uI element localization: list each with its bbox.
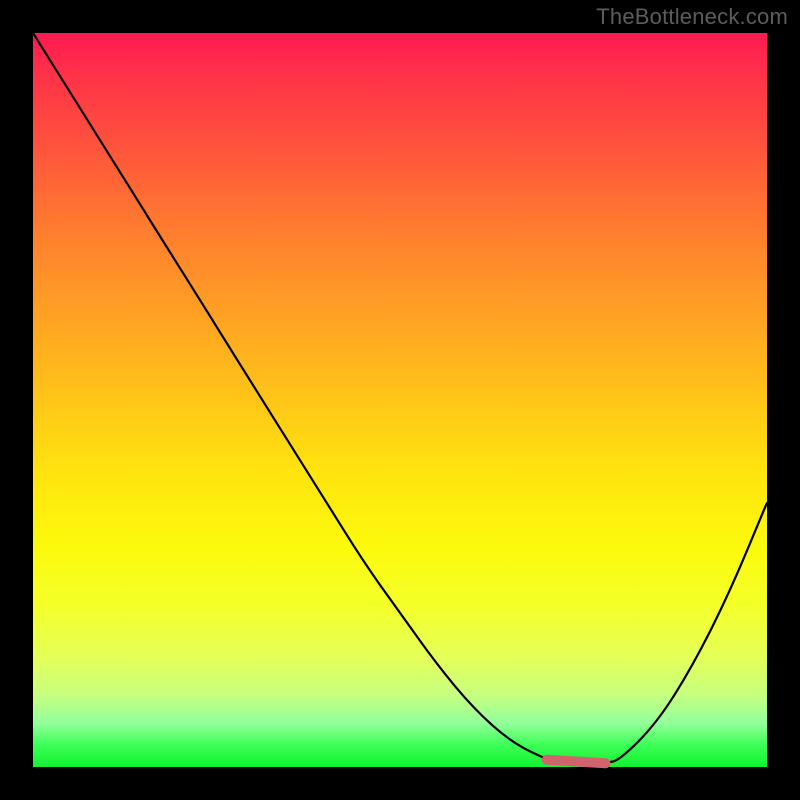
plot-area [33,33,767,767]
curve-layer [33,33,767,767]
minimum-marker [547,760,606,764]
bottleneck-curve [33,33,767,763]
watermark-text: TheBottleneck.com [596,4,788,30]
chart-frame: TheBottleneck.com [0,0,800,800]
